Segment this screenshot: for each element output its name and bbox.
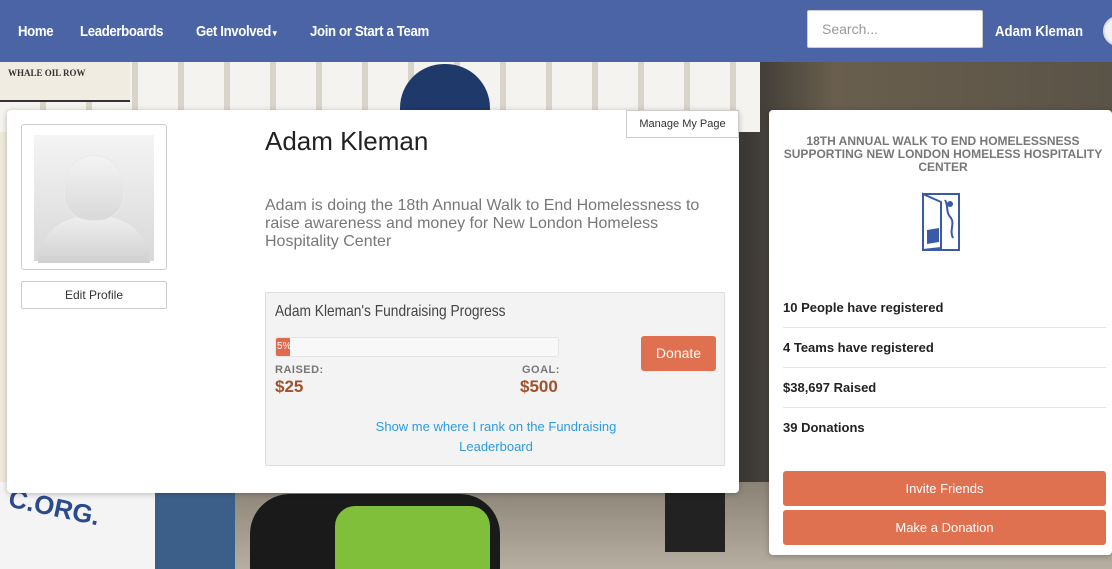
invite-friends-button[interactable]: Invite Friends bbox=[783, 471, 1106, 506]
user-avatar-icon bbox=[1103, 16, 1112, 46]
progress-bar-fill: 5% bbox=[276, 338, 291, 356]
stat-donations: 39 Donations bbox=[783, 420, 865, 435]
nav-get-involved-label: Get Involved bbox=[196, 22, 272, 40]
walker-legs bbox=[155, 482, 235, 569]
dog-vest bbox=[335, 506, 490, 569]
nav-get-involved[interactable]: Get Involved ▾ bbox=[196, 22, 277, 40]
top-navbar: Home Leaderboards Get Involved ▾ Join or … bbox=[0, 0, 1112, 62]
raised-amount: $25 bbox=[275, 377, 304, 396]
profile-description: Adam is doing the 18th Annual Walk to En… bbox=[265, 197, 700, 250]
donate-button[interactable]: Donate bbox=[641, 336, 716, 371]
avatar-head bbox=[64, 155, 124, 221]
stat-raised: $38,697 Raised bbox=[783, 368, 1106, 408]
stat-people: 10 People have registered bbox=[783, 288, 1106, 328]
nav-join-team[interactable]: Join or Start a Team bbox=[310, 23, 429, 40]
door-logo-icon bbox=[922, 192, 960, 252]
goal-label: GOAL: bbox=[522, 364, 560, 376]
fundraising-title: Adam Kleman's Fundraising Progress bbox=[275, 303, 506, 320]
user-name: Adam Kleman bbox=[995, 22, 1084, 40]
leaderboard-rank-link[interactable]: Show me where I rank on the Fundraising … bbox=[361, 417, 631, 457]
progress-bar: 5% bbox=[275, 337, 559, 357]
profile-photo bbox=[21, 124, 167, 270]
goal-amount: $500 bbox=[520, 377, 558, 396]
fundraising-progress-box: Adam Kleman's Fundraising Progress 5% RA… bbox=[265, 292, 725, 466]
raised-label: RAISED: bbox=[275, 364, 324, 376]
manage-my-page-button[interactable]: Manage My Page bbox=[626, 110, 739, 138]
nav-links: Home Leaderboards Get Involved ▾ Join or … bbox=[18, 0, 445, 62]
edit-profile-button[interactable]: Edit Profile bbox=[21, 281, 167, 309]
user-menu[interactable]: Adam Kleman bbox=[995, 0, 1112, 62]
nav-home[interactable]: Home bbox=[18, 23, 54, 40]
nav-leaderboards[interactable]: Leaderboards bbox=[80, 23, 163, 40]
search-input[interactable] bbox=[807, 10, 983, 48]
event-title: 18th Annual Walk to End Homelessness Sup… bbox=[783, 134, 1103, 174]
make-donation-button[interactable]: Make a Donation bbox=[783, 510, 1106, 545]
stat-teams: 4 Teams have registered bbox=[783, 328, 1106, 368]
caret-down-icon: ▾ bbox=[273, 27, 277, 38]
event-panel: 18th Annual Walk to End Homelessness Sup… bbox=[769, 110, 1112, 555]
page-title: Adam Kleman bbox=[265, 126, 429, 156]
street-sign-text: WHALE OIL ROW bbox=[8, 68, 86, 78]
profile-card: Edit Profile Manage My Page Adam Kleman … bbox=[7, 110, 739, 493]
